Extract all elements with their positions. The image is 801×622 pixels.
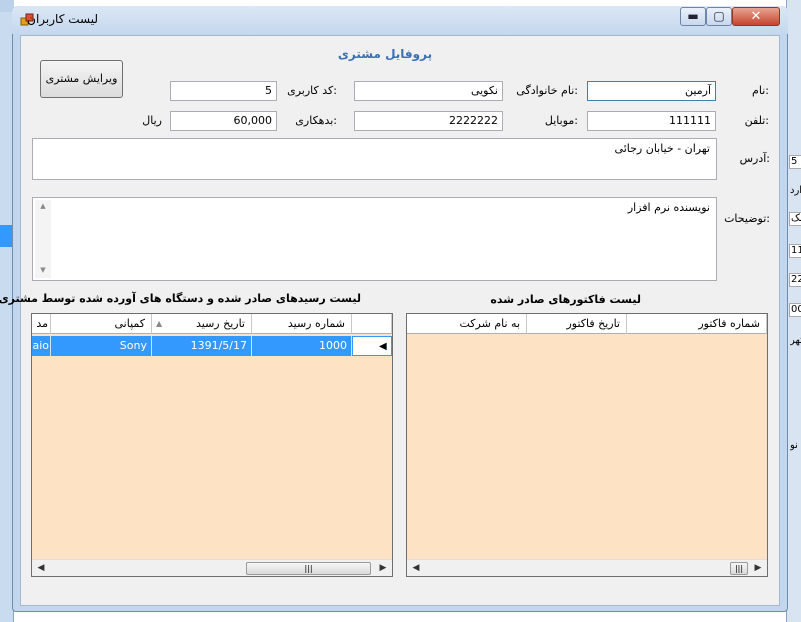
close-button[interactable]: ✕ bbox=[732, 7, 780, 26]
maximize-icon: ▢ bbox=[713, 9, 725, 23]
debt-label: بدهکاری: bbox=[295, 114, 337, 127]
phone-label: تلفن: bbox=[744, 114, 769, 127]
scroll-up-icon[interactable]: ▲ bbox=[35, 202, 51, 210]
description-text: نویسنده نرم افزار bbox=[627, 201, 710, 214]
background-fragment: نک bbox=[791, 213, 801, 224]
currency-label: ریال bbox=[142, 114, 162, 127]
background-fragment: آرد bbox=[790, 185, 801, 196]
description-label: توضیحات: bbox=[724, 212, 770, 225]
background-fragment: 5 bbox=[791, 156, 798, 167]
background-fragment: نو bbox=[790, 440, 798, 451]
user-code-label: کد کاربری: bbox=[287, 84, 337, 97]
receipts-hscrollbar[interactable]: ◀ ||| ▶ bbox=[32, 559, 392, 576]
receipt-number-cell[interactable]: 1000 bbox=[252, 336, 352, 356]
minimize-icon: ▬ bbox=[687, 9, 699, 23]
invoices-title: لیست فاکتورهای صادر شده bbox=[490, 293, 641, 306]
first-name-field[interactable]: آرمین bbox=[587, 81, 716, 101]
receipts-grid[interactable]: شماره رسید ▲ تاریخ رسید کمپانی مد ◀ 1000… bbox=[31, 313, 393, 577]
scroll-left-icon[interactable]: ◀ bbox=[408, 560, 424, 576]
description-field[interactable]: نویسنده نرم افزار ▲ ▼ bbox=[32, 197, 717, 281]
scroll-down-icon[interactable]: ▼ bbox=[35, 266, 51, 274]
background-fragment: 00 bbox=[791, 304, 801, 315]
window-title: لیست کاربران bbox=[27, 12, 98, 26]
receipts-title: لیست رسیدهای صادر شده و دستگاه های آورده… bbox=[0, 292, 361, 305]
invoices-column-number[interactable]: شماره فاکتور bbox=[627, 314, 767, 334]
invoices-column-company[interactable]: به نام شرکت bbox=[407, 314, 527, 334]
receipts-column-model[interactable]: مد bbox=[32, 314, 51, 334]
receipts-column-company[interactable]: کمپانی bbox=[51, 314, 152, 334]
background-fragment: تهر bbox=[790, 335, 801, 346]
receipts-column-number[interactable]: شماره رسید bbox=[252, 314, 352, 334]
sort-ascending-icon: ▲ bbox=[156, 319, 163, 328]
first-name-label: نام: bbox=[752, 84, 769, 97]
row-header-corner bbox=[352, 314, 392, 334]
address-field[interactable]: تهران - خیابان رجائی bbox=[32, 138, 717, 180]
row-selector[interactable]: ◀ bbox=[352, 336, 392, 356]
description-scrollbar[interactable]: ▲ ▼ bbox=[35, 200, 51, 278]
profile-heading: پروفایل مشتری bbox=[337, 47, 433, 61]
scroll-right-icon[interactable]: ▶ bbox=[375, 560, 391, 576]
receipts-column-date-label: تاریخ رسید bbox=[195, 317, 245, 330]
mobile-label: موبایل: bbox=[544, 114, 578, 127]
invoices-scroll-thumb[interactable]: ||| bbox=[730, 562, 748, 575]
address-label: آدرس: bbox=[739, 152, 770, 165]
debt-field[interactable]: 60,000 bbox=[170, 111, 277, 131]
receipt-date-cell[interactable]: 1391/5/17 bbox=[152, 336, 252, 356]
mobile-field[interactable]: 2222222 bbox=[354, 111, 503, 131]
close-icon: ✕ bbox=[750, 9, 762, 24]
scroll-right-icon[interactable]: ▶ bbox=[750, 560, 766, 576]
user-code-field[interactable]: 5 bbox=[170, 81, 277, 101]
receipts-scroll-thumb[interactable]: ||| bbox=[246, 562, 371, 575]
current-row-icon: ◀ bbox=[379, 341, 387, 352]
phone-field[interactable]: 111111 bbox=[587, 111, 716, 131]
background-fragment: 22 bbox=[791, 274, 801, 285]
edit-customer-button[interactable]: ویرایش مشتری bbox=[40, 60, 123, 98]
receipt-model-cell[interactable]: aio bbox=[32, 336, 51, 356]
invoices-column-date[interactable]: تاریخ فاکتور bbox=[527, 314, 627, 334]
invoices-grid[interactable]: شماره فاکتور تاریخ فاکتور به نام شرکت ◀ … bbox=[406, 313, 768, 577]
invoices-hscrollbar[interactable]: ◀ ||| ▶ bbox=[407, 559, 767, 576]
background-window-right: 5 آرد نک 11 22 00 تهر نو bbox=[786, 0, 801, 622]
minimize-button[interactable]: ▬ bbox=[680, 7, 706, 26]
receipts-column-date[interactable]: ▲ تاریخ رسید bbox=[152, 314, 252, 334]
last-name-label: نام خانوادگی: bbox=[516, 84, 578, 97]
scroll-left-icon[interactable]: ◀ bbox=[33, 560, 49, 576]
maximize-button[interactable]: ▢ bbox=[706, 7, 732, 26]
title-bar[interactable] bbox=[12, 6, 788, 34]
receipt-company-cell[interactable]: Sony bbox=[51, 336, 152, 356]
background-fragment: 11 bbox=[791, 245, 801, 256]
last-name-field[interactable]: نکویی bbox=[354, 81, 503, 101]
